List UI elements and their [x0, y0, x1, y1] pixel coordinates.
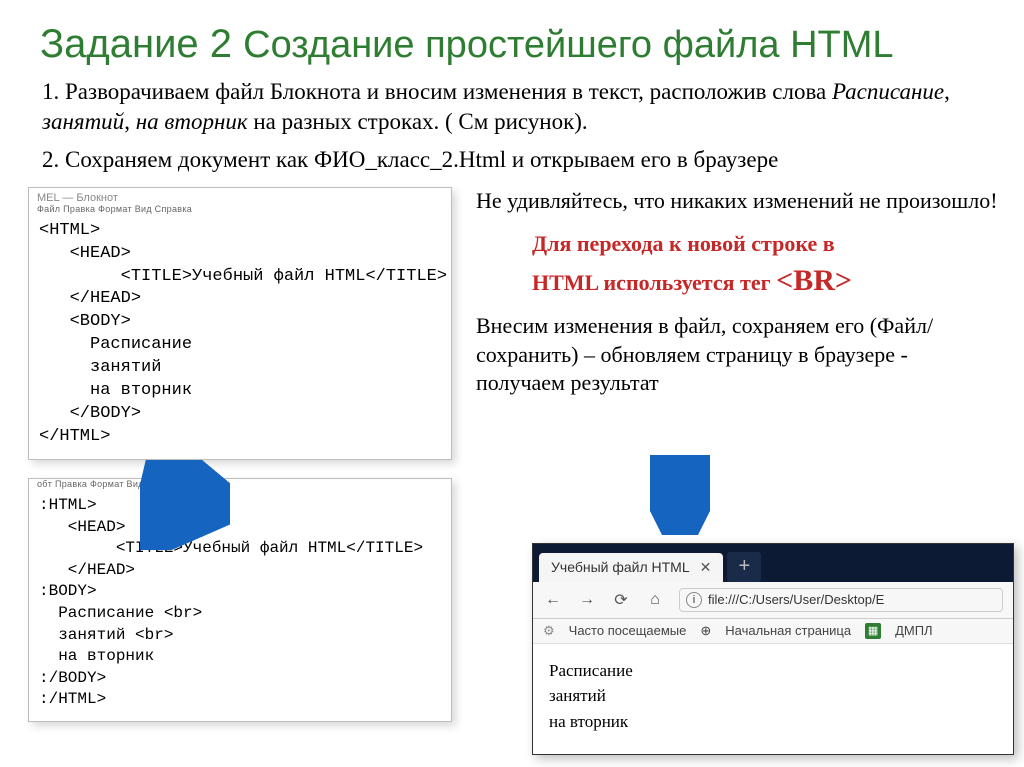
- bookmark-startpage[interactable]: Начальная страница: [725, 623, 851, 638]
- instruction-1: 1. Разворачиваем файл Блокнота и вносим …: [0, 77, 1024, 145]
- tab-title: Учебный файл HTML: [551, 559, 690, 575]
- notepad-menu: Файл Правка Формат Вид Справка: [29, 204, 451, 218]
- bookmarks-bar: ⚙ Часто посещаемые ⊕ Начальная страница …: [533, 619, 1013, 644]
- info-icon[interactable]: i: [686, 592, 702, 608]
- note-br-tag: Для перехода к новой строке в HTML испол…: [472, 225, 1002, 308]
- notepad-code-1: <HTML> <HEAD> <TITLE>Учебный файл HTML</…: [29, 218, 451, 451]
- page-line-2: занятий: [549, 683, 997, 709]
- browser-window: Учебный файл HTML ✕ + ← → ⟳ ⌂ i file:///…: [532, 543, 1014, 756]
- slide-title: Задание 2 Создание простейшего файла HTM…: [0, 0, 1024, 77]
- new-tab-button[interactable]: +: [727, 552, 761, 582]
- page-line-3: на вторник: [549, 709, 997, 735]
- notepad-code-2: :HTML> <HEAD> <TITLE>Учебный файл HTML</…: [29, 493, 451, 713]
- title-task: Задание 2: [40, 22, 243, 66]
- browser-tab[interactable]: Учебный файл HTML ✕: [539, 553, 723, 582]
- notepad-title: MEL — Блокнот: [29, 188, 451, 204]
- instruction-2: 2. Сохраняем документ как ФИО_класс_2.Ht…: [0, 145, 1024, 183]
- bookmark-favorites[interactable]: Часто посещаемые: [569, 623, 687, 638]
- globe-icon: ⊕: [700, 623, 711, 639]
- note-no-change: Не удивляйтесь, что никаких изменений не…: [472, 183, 1002, 226]
- gear-icon[interactable]: ⚙: [543, 623, 555, 639]
- browser-tabstrip: Учебный файл HTML ✕ +: [533, 544, 1013, 582]
- notepad-window-2: обт Правка Формат Вид Справка :HTML> <HE…: [28, 478, 452, 722]
- bookmark-icon-green: ▦: [865, 623, 881, 639]
- address-bar[interactable]: i file:///C:/Users/User/Desktop/E: [679, 588, 1003, 612]
- notepad-menu-2: обт Правка Формат Вид Справка: [29, 479, 451, 493]
- note-save-refresh: Внесим изменения в файл, сохраняем его (…: [472, 308, 1002, 408]
- arrow-icon-right: [650, 455, 710, 535]
- arrow-icon-left: [140, 460, 230, 550]
- close-icon[interactable]: ✕: [700, 559, 712, 576]
- title-rest: Создание простейшего файла HTML: [243, 24, 893, 66]
- url-text: file:///C:/Users/User/Desktop/E: [708, 592, 884, 607]
- home-icon[interactable]: ⌂: [645, 591, 665, 609]
- notepad-window-1: MEL — Блокнот Файл Правка Формат Вид Спр…: [28, 187, 452, 460]
- page-line-1: Расписание: [549, 658, 997, 684]
- reload-icon[interactable]: ⟳: [611, 590, 631, 610]
- bookmark-dmpl[interactable]: ДМПЛ: [895, 623, 933, 638]
- forward-icon[interactable]: →: [577, 591, 597, 609]
- browser-toolbar: ← → ⟳ ⌂ i file:///C:/Users/User/Desktop/…: [533, 582, 1013, 619]
- browser-page-content: Расписание занятий на вторник: [533, 644, 1013, 755]
- back-icon[interactable]: ←: [543, 591, 563, 609]
